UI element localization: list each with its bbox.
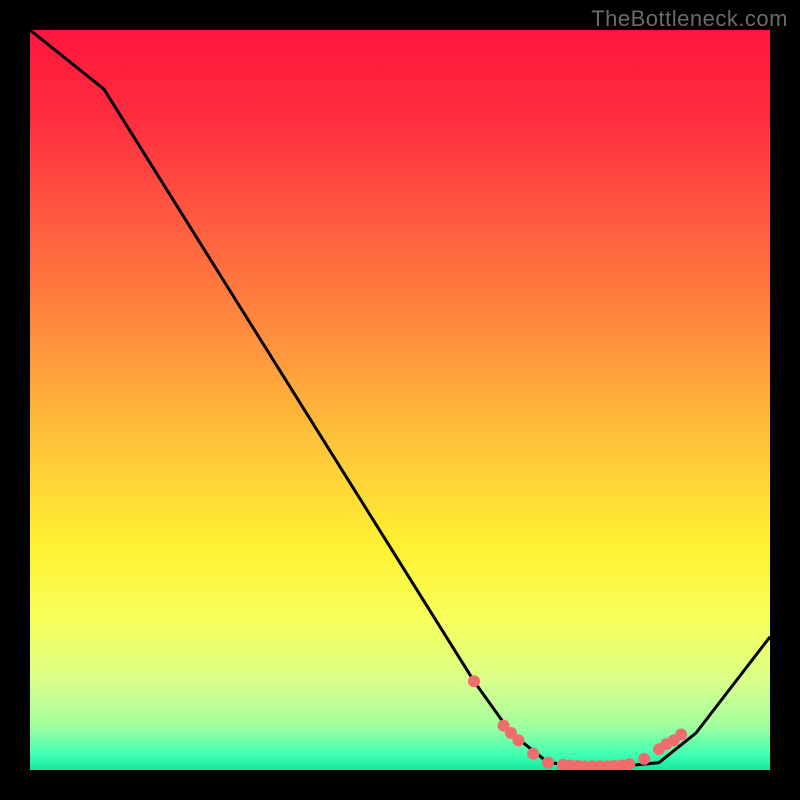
data-point [675,728,687,740]
data-point [542,757,554,769]
data-point [512,734,524,746]
data-point [638,753,650,765]
data-point [527,748,539,760]
watermark-text: TheBottleneck.com [591,6,788,32]
data-point [623,758,635,770]
chart-svg [30,30,770,770]
gradient-background [30,30,770,770]
plot-area [30,30,770,770]
chart-container: TheBottleneck.com [0,0,800,800]
data-point [468,675,480,687]
